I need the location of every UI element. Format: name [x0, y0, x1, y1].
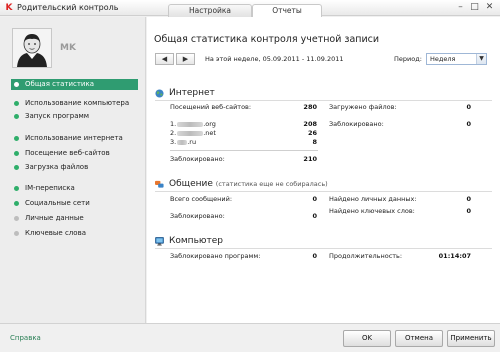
next-period-button[interactable]: ▶ [176, 53, 195, 65]
messages-value: 0 [312, 195, 317, 203]
downloads-label: Загружено файлов: [329, 103, 397, 111]
status-dot-icon [14, 165, 19, 170]
sidebar-item-label: Запуск программ [25, 112, 90, 120]
kaspersky-k-icon: K [5, 3, 13, 13]
blurred-domain [177, 121, 204, 127]
blocked-programs-value: 0 [312, 252, 317, 260]
divider [155, 191, 492, 192]
chevron-down-icon[interactable]: ▼ [476, 54, 486, 64]
internet-blocked-label: Заблокировано: [170, 155, 225, 163]
status-dot-icon [14, 82, 19, 87]
site-count-1: 208 [303, 120, 317, 128]
downloads-value: 0 [466, 103, 471, 111]
divider [170, 150, 318, 151]
apply-button[interactable]: Применить [447, 330, 495, 347]
period-select-value: Неделя [430, 55, 456, 63]
communication-subheading: (статистика еще не собиралась) [215, 180, 328, 188]
divider [155, 100, 492, 101]
sidebar-item-keywords[interactable]: Ключевые слова [11, 228, 138, 239]
messages-label: Всего сообщений: [170, 195, 233, 203]
sidebar: MK Общая статистика Использование компью… [0, 17, 146, 323]
sidebar-item-personal-data[interactable]: Личные данные [11, 213, 138, 224]
footer-bar: Справка OK Отмена Применить [0, 323, 500, 352]
sidebar-item-website-visits[interactable]: Посещение веб-сайтов [11, 148, 138, 159]
status-dot-icon [14, 201, 19, 206]
sidebar-item-label: Ключевые слова [25, 229, 86, 237]
status-dot-icon [14, 186, 19, 191]
duration-label: Продолжительность: [329, 252, 403, 260]
sidebar-item-social-networks[interactable]: Социальные сети [11, 198, 138, 209]
status-dot-icon [14, 216, 19, 221]
status-dot-icon [14, 114, 19, 119]
page-title: Общая статистика контроля учетной записи [154, 34, 380, 45]
blocked-programs-label: Заблокировано программ: [170, 252, 261, 260]
sidebar-item-im-messaging[interactable]: IM-переписка [11, 183, 138, 194]
sidebar-item-general-stats[interactable]: Общая статистика [11, 79, 138, 90]
monitor-icon [155, 237, 164, 246]
sidebar-item-program-launch[interactable]: Запуск программ [11, 111, 138, 122]
personal-data-label: Найдено личных данных: [329, 195, 417, 203]
status-dot-icon [14, 151, 19, 156]
maximize-icon[interactable]: □ [469, 2, 480, 13]
internet-blocked-value: 210 [303, 155, 317, 163]
communication-heading: Общение [169, 179, 213, 189]
divider [155, 248, 492, 249]
sidebar-item-label: Личные данные [25, 214, 84, 222]
minimize-icon[interactable]: – [455, 2, 466, 13]
sidebar-item-label: Загрузка файлов [25, 163, 89, 171]
internet-heading: Интернет [169, 88, 215, 98]
keywords-found-value: 0 [466, 207, 471, 215]
sidebar-item-label: Социальные сети [25, 199, 90, 207]
communication-blocked-value: 0 [312, 212, 317, 220]
status-dot-icon [14, 231, 19, 236]
avatar [12, 28, 52, 68]
visits-label: Посещений веб-сайтов: [170, 103, 252, 111]
sidebar-item-label: Общая статистика [25, 80, 94, 88]
computer-heading: Компьютер [169, 236, 223, 246]
tab-settings[interactable]: Настройка [168, 4, 252, 17]
ok-button[interactable]: OK [343, 330, 391, 347]
user-avatar-icon [13, 29, 51, 67]
sidebar-item-label: Использование компьютера [25, 99, 130, 107]
period-select[interactable]: Неделя ▼ [426, 53, 487, 65]
status-dot-icon [14, 101, 19, 106]
tab-reports[interactable]: Отчеты [252, 4, 322, 17]
sidebar-item-file-downloads[interactable]: Загрузка файлов [11, 162, 138, 173]
date-range: На этой неделе, 05.09.2011 - 11.09.2011 [205, 55, 344, 63]
period-label: Период: [394, 55, 422, 63]
personal-data-value: 0 [466, 195, 471, 203]
visits-value: 280 [303, 103, 317, 111]
main-panel: Общая статистика контроля учетной записи… [147, 17, 500, 323]
site-row-1: 1. .org [170, 120, 216, 128]
downloads-blocked-value: 0 [466, 120, 471, 128]
downloads-blocked-label: Заблокировано: [329, 120, 384, 128]
help-link[interactable]: Справка [10, 334, 41, 342]
blurred-domain [177, 139, 188, 145]
status-dot-icon [14, 136, 19, 141]
communication-blocked-label: Заблокировано: [170, 212, 225, 220]
keywords-found-label: Найдено ключевых слов: [329, 207, 415, 215]
site-count-2: 26 [307, 129, 317, 137]
sidebar-item-label: Посещение веб-сайтов [25, 149, 110, 157]
user-name: MK [60, 43, 76, 53]
site-row-2: 2. .net [170, 129, 216, 137]
duration-value: 01:14:07 [438, 252, 471, 260]
sidebar-item-label: IM-переписка [25, 184, 75, 192]
previous-period-button[interactable]: ◀ [155, 53, 174, 65]
communication-heading-text: Общение (статистика еще не собиралась) [169, 179, 328, 189]
sidebar-item-computer-usage[interactable]: Использование компьютера [11, 98, 138, 109]
sidebar-item-internet-usage[interactable]: Использование интернета [11, 133, 138, 144]
site-count-3: 8 [312, 138, 317, 146]
window-title: Родительский контроль [17, 3, 119, 12]
close-icon[interactable]: ✕ [484, 2, 495, 13]
cancel-button[interactable]: Отмена [395, 330, 443, 347]
sidebar-item-label: Использование интернета [25, 134, 123, 142]
chat-bubbles-icon [155, 180, 164, 188]
site-row-3: 3. .ru [170, 138, 197, 146]
globe-icon [155, 89, 164, 98]
blurred-domain [177, 130, 204, 136]
